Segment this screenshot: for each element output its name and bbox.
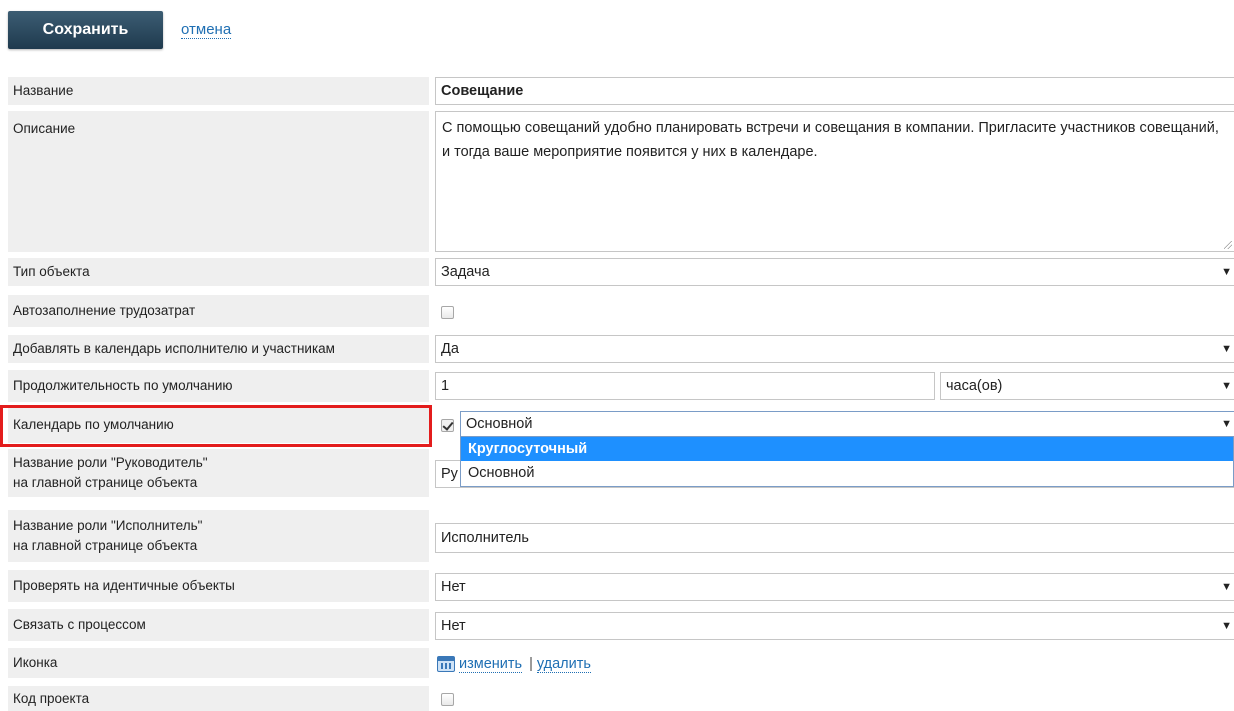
executor-role-input[interactable]: Исполнитель <box>435 523 1234 553</box>
executor-role-label: Название роли "Исполнитель" на главной с… <box>8 510 429 562</box>
name-input[interactable]: Совещание <box>435 77 1234 105</box>
project-code-label: Код проекта <box>8 686 429 711</box>
icon-label: Иконка <box>8 648 429 678</box>
link-process-value: Нет <box>441 618 466 634</box>
object-type-label: Тип объекта <box>8 258 429 286</box>
chevron-down-icon: ▼ <box>1221 343 1232 355</box>
default-calendar-label: Календарь по умолчанию <box>8 407 429 443</box>
description-label: Описание <box>8 111 429 252</box>
manager-role-label-line1: Название роли "Руководитель" <box>13 455 208 470</box>
check-identical-select[interactable]: Нет ▼ <box>435 573 1234 601</box>
duration-unit-value: часа(ов) <box>946 378 1003 394</box>
calendar-icon <box>437 656 455 672</box>
duration-input[interactable]: 1 <box>435 372 935 400</box>
add-to-calendar-label: Добавлять в календарь исполнителю и учас… <box>8 335 429 363</box>
check-identical-label: Проверять на идентичные объекты <box>8 570 429 602</box>
description-text: С помощью совещаний удобно планировать в… <box>442 120 1219 160</box>
manager-role-label: Название роли "Руководитель" на главной … <box>8 449 429 497</box>
autofill-label: Автозаполнение трудозатрат <box>8 295 429 327</box>
separator: | <box>529 656 533 672</box>
default-calendar-select[interactable]: Основной ▼ <box>460 411 1234 437</box>
default-calendar-checkbox[interactable] <box>441 419 454 432</box>
add-to-calendar-value: Да <box>441 341 459 357</box>
toolbar: Сохранить отмена <box>8 10 232 50</box>
add-to-calendar-select[interactable]: Да ▼ <box>435 335 1234 363</box>
delete-icon-link[interactable]: удалить <box>536 656 591 673</box>
project-code-checkbox[interactable] <box>441 693 454 706</box>
default-calendar-value: Основной <box>466 416 533 432</box>
cancel-link[interactable]: отмена <box>181 21 232 39</box>
chevron-down-icon: ▼ <box>1221 418 1232 430</box>
name-label: Название <box>8 77 429 105</box>
executor-role-label-line1: Название роли "Исполнитель" <box>13 518 203 533</box>
duration-label: Продолжительность по умолчанию <box>8 370 429 402</box>
chevron-down-icon: ▼ <box>1221 266 1232 278</box>
object-type-value: Задача <box>441 264 490 280</box>
chevron-down-icon: ▼ <box>1221 380 1232 392</box>
chevron-down-icon: ▼ <box>1221 620 1232 632</box>
check-identical-value: Нет <box>441 579 466 595</box>
calendar-option-round-the-clock[interactable]: Круглосуточный <box>461 437 1233 461</box>
change-icon-link[interactable]: изменить <box>459 656 523 673</box>
icon-controls: изменить | удалить <box>437 655 591 673</box>
calendar-dropdown-list: Круглосуточный Основной <box>460 437 1234 487</box>
link-process-label: Связать с процессом <box>8 609 429 641</box>
resize-handle-icon[interactable] <box>1224 241 1232 249</box>
duration-unit-select[interactable]: часа(ов) ▼ <box>940 372 1234 400</box>
description-textarea[interactable]: С помощью совещаний удобно планировать в… <box>435 111 1234 252</box>
save-button[interactable]: Сохранить <box>8 11 163 49</box>
object-type-select[interactable]: Задача ▼ <box>435 258 1234 286</box>
calendar-option-main[interactable]: Основной <box>461 461 1233 485</box>
link-process-select[interactable]: Нет ▼ <box>435 612 1234 640</box>
autofill-checkbox[interactable] <box>441 306 454 319</box>
manager-role-label-line2: на главной странице объекта <box>13 475 198 490</box>
chevron-down-icon: ▼ <box>1221 581 1232 593</box>
executor-role-label-line2: на главной странице объекта <box>13 538 198 553</box>
